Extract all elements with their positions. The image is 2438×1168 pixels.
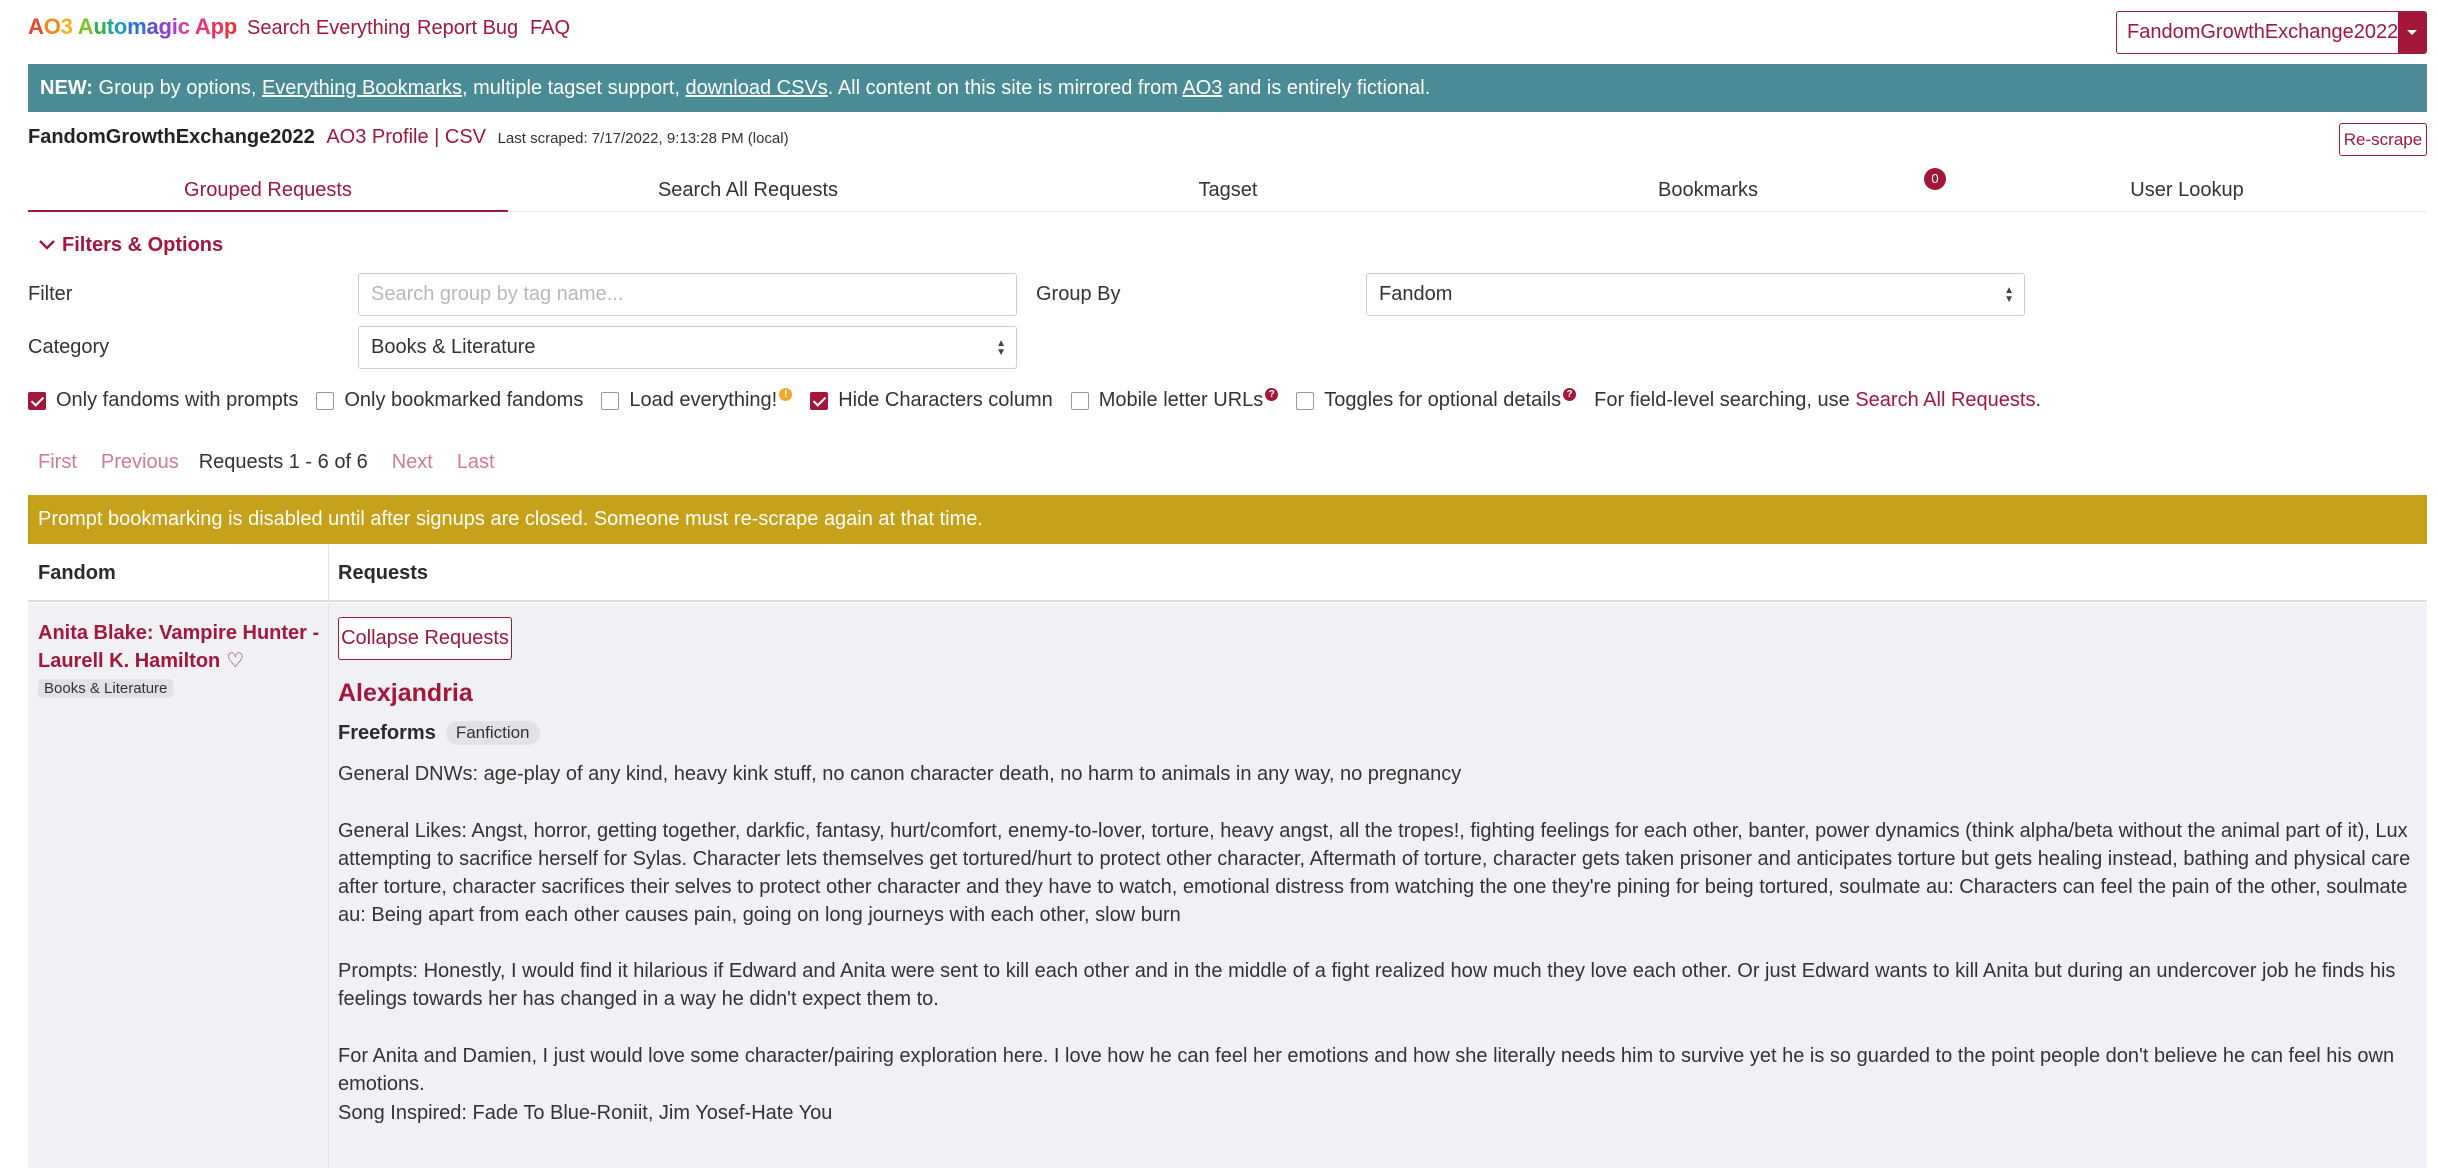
fandom-link[interactable]: Anita Blake: Vampire Hunter - Laurell K.… (38, 622, 319, 672)
checkbox-label: Mobile letter URLs (1098, 389, 1264, 411)
checkbox-label: Toggles for optional details (1324, 389, 1562, 411)
banner-link-ao3[interactable]: AO3 (1182, 77, 1222, 99)
option-hide-characters-column[interactable]: Hide Characters column (810, 389, 1053, 412)
freeform-tag: Fanfiction (445, 721, 540, 745)
caret-down-icon[interactable] (2398, 12, 2426, 53)
request-pairing-note: For Anita and Damien, I just would love … (338, 1045, 2395, 1095)
group-by-label: Group By (1036, 283, 1121, 305)
tab-grouped-requests[interactable]: Grouped Requests (28, 170, 508, 212)
tab-bookmarks[interactable]: Bookmarks (1468, 170, 1948, 212)
nav-report-bug[interactable]: Report Bug (417, 17, 518, 40)
request-prompts: Prompts: Honestly, I would find it hilar… (338, 960, 2396, 1010)
option-load-everything[interactable]: Load everything! ! (601, 388, 793, 412)
checkbox-unchecked[interactable] (1296, 391, 1315, 410)
column-header-requests[interactable]: Requests (338, 562, 428, 585)
news-banner: NEW: Group by options, Everything Bookma… (28, 64, 2427, 112)
request-song: Song Inspired: Fade To Blue-Roniit, Jim … (338, 1102, 833, 1124)
option-only-bookmarked-fandoms[interactable]: Only bookmarked fandoms (316, 389, 583, 412)
checkbox-checked[interactable] (810, 391, 829, 410)
search-all-requests-link[interactable]: Search All Requests (1855, 389, 2035, 411)
bookmark-disabled-warning: Prompt bookmarking is disabled until aft… (28, 495, 2427, 544)
checkbox-unchecked[interactable] (601, 391, 620, 410)
heart-icon[interactable]: ♡ (226, 650, 244, 672)
select-arrows-icon: ▲ ▼ (2004, 285, 2014, 305)
collection-name: FandomGrowthExchange2022 (28, 126, 315, 148)
warning-info-icon[interactable]: ! (779, 388, 793, 401)
help-icon[interactable]: ? (1563, 388, 1577, 401)
category-label: Category (28, 336, 110, 358)
requester-name[interactable]: Alexjandria (338, 679, 473, 708)
checkbox-unchecked[interactable] (1070, 391, 1089, 410)
pager-first[interactable]: First (38, 451, 77, 474)
pagination: First Previous Requests 1 - 6 of 6 Next … (38, 451, 495, 474)
nav-faq[interactable]: FAQ (530, 17, 570, 40)
banner-link-download-csvs[interactable]: download CSVs (685, 77, 827, 99)
column-divider (328, 544, 329, 602)
checkbox-label: Load everything! (629, 389, 778, 411)
checkbox-checked[interactable] (28, 391, 46, 410)
last-scraped-text: Last scraped: 7/17/2022, 9:13:28 PM (loc… (497, 130, 789, 147)
request-likes: General Likes: Angst, horror, getting to… (338, 820, 2411, 926)
field-note-end: . (2035, 389, 2042, 411)
help-icon[interactable]: ? (1265, 388, 1279, 401)
user-dropdown-label: FandomGrowthExchange2022 (2127, 21, 2399, 43)
banner-text: , multiple tagset support, (462, 77, 686, 99)
options-checkboxes: Only fandoms with prompts Only bookmarke… (28, 388, 2041, 412)
option-only-fandoms-with-prompts[interactable]: Only fandoms with prompts (28, 389, 298, 412)
category-value: Books & Literature (371, 336, 536, 358)
banner-text: Group by options, (92, 77, 262, 99)
user-dropdown-button[interactable]: FandomGrowthExchange2022 (2116, 11, 2427, 54)
checkbox-label: Only fandoms with prompts (56, 389, 299, 411)
filters-toggle[interactable]: Filters & Options (38, 234, 223, 257)
pager-previous[interactable]: Previous (101, 451, 179, 474)
pager-last[interactable]: Last (457, 451, 495, 474)
app-brand-logo[interactable]: AO3 Automagic App (28, 14, 237, 40)
collection-meta: FandomGrowthExchange2022 AO3 Profile | C… (28, 126, 789, 149)
ao3-profile-link[interactable]: AO3 Profile (326, 126, 428, 148)
tab-user-lookup[interactable]: User Lookup (1947, 170, 2427, 212)
column-divider (328, 603, 329, 1168)
freeforms-label: Freeforms (338, 721, 436, 744)
banner-link-everything-bookmarks[interactable]: Everything Bookmarks (262, 77, 462, 99)
filter-label: Filter (28, 283, 73, 305)
collapse-requests-button[interactable]: Collapse Requests (338, 617, 512, 660)
banner-text: . All content on this site is mirrored f… (827, 77, 1183, 99)
bookmarks-count-badge: 0 (1924, 168, 1946, 190)
tab-search-all-requests[interactable]: Search All Requests (508, 170, 988, 212)
checkbox-unchecked[interactable] (316, 391, 335, 410)
category-tag: Books & Literature (38, 679, 174, 698)
banner-new-label: NEW: (40, 77, 93, 99)
column-header-fandom[interactable]: Fandom (38, 562, 116, 585)
pager-range: Requests 1 - 6 of 6 (198, 451, 368, 473)
group-by-select[interactable]: Fandom ▲ ▼ (1366, 273, 2025, 316)
field-search-note: For field-level searching, use Search Al… (1594, 389, 2041, 412)
banner-text: and is entirely fictional. (1222, 77, 1431, 99)
meta-separator: | (428, 126, 445, 148)
table-header: Fandom Requests (28, 544, 2427, 602)
filter-input[interactable]: Search group by tag name... (358, 273, 1017, 316)
field-note-text: For field-level searching, use (1594, 389, 1856, 411)
checkbox-label: Only bookmarked fandoms (344, 389, 584, 411)
chevron-down-icon (38, 234, 56, 257)
option-toggles-optional-details[interactable]: Toggles for optional details ? (1296, 388, 1577, 412)
table-row: Anita Blake: Vampire Hunter - Laurell K.… (28, 603, 2427, 1168)
select-arrows-icon: ▲ ▼ (996, 338, 1006, 358)
tab-tagset[interactable]: Tagset (988, 170, 1468, 212)
pager-next[interactable]: Next (392, 451, 433, 474)
freeforms-line: Freeforms Fanfiction (338, 721, 540, 745)
category-select[interactable]: Books & Literature ▲ ▼ (358, 326, 1017, 369)
group-by-value: Fandom (1379, 283, 1453, 305)
request-dnws: General DNWs: age-play of any kind, heav… (338, 763, 1462, 785)
csv-link[interactable]: CSV (445, 126, 486, 148)
main-tabs: Grouped Requests Search All Requests Tag… (28, 170, 2427, 212)
fandom-cell: Anita Blake: Vampire Hunter - Laurell K.… (38, 619, 323, 675)
checkbox-label: Hide Characters column (838, 389, 1053, 411)
rescrape-button[interactable]: Re-scrape (2339, 123, 2427, 156)
option-mobile-letter-urls[interactable]: Mobile letter URLs ? (1070, 388, 1279, 412)
filters-heading: Filters & Options (62, 234, 224, 256)
nav-search-everything[interactable]: Search Everything (247, 17, 410, 40)
